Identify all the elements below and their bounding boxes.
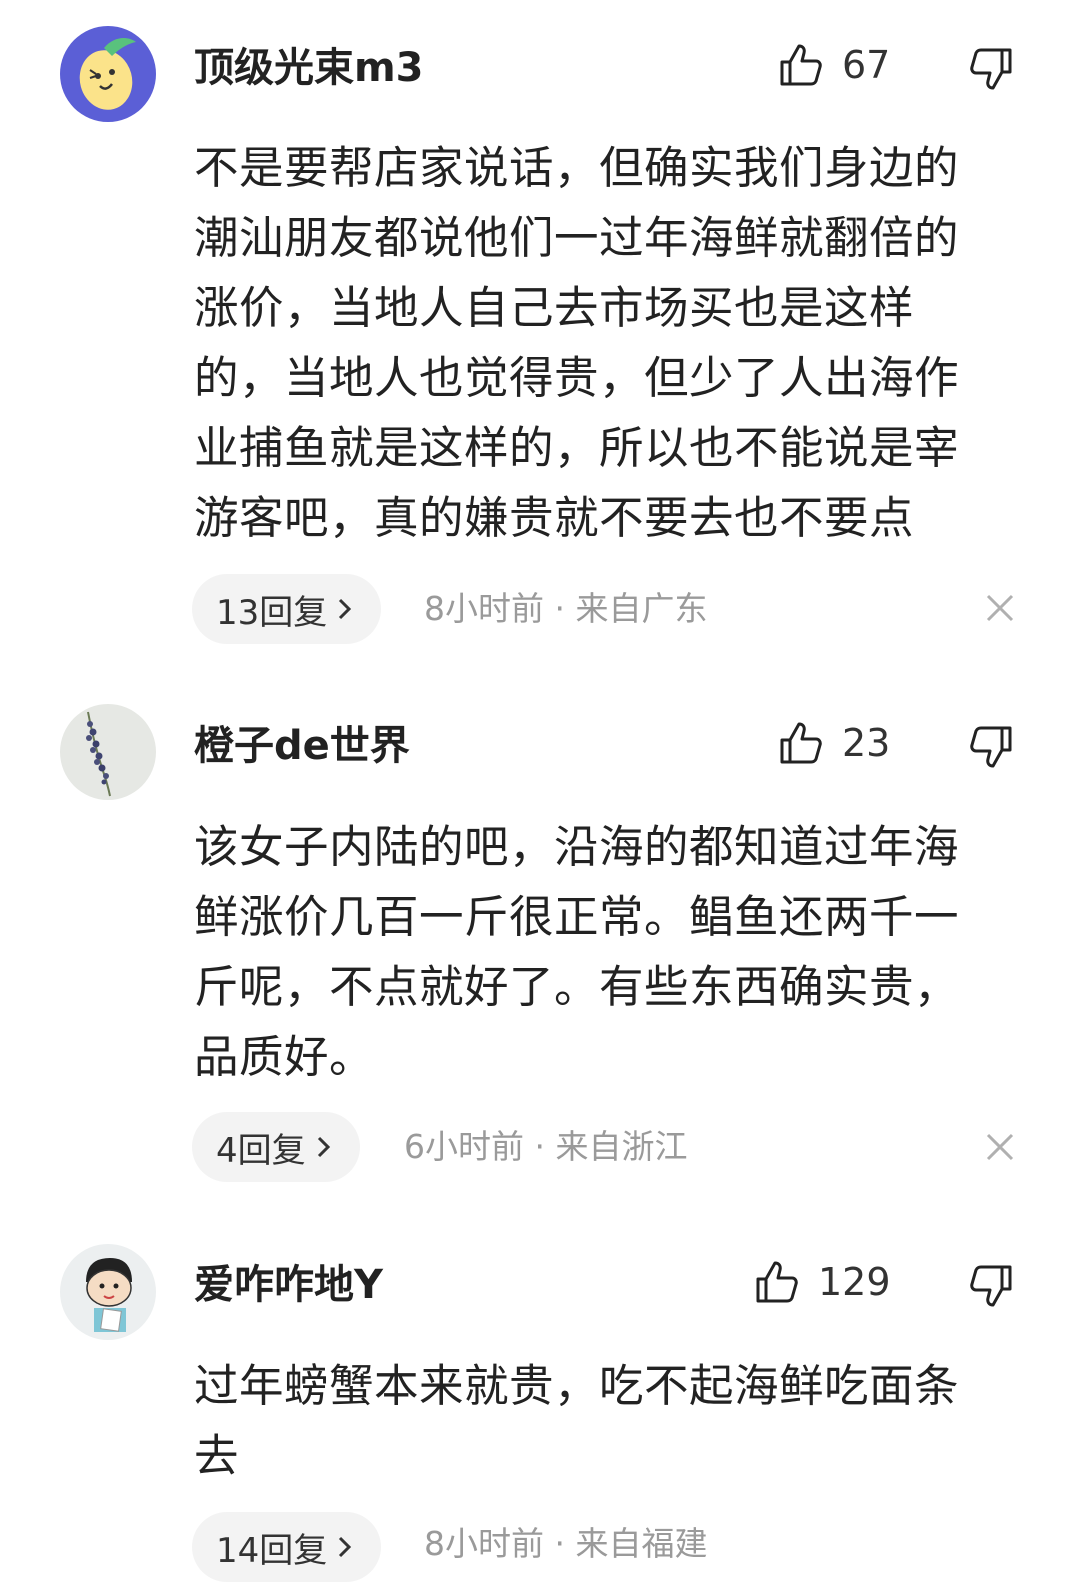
comment-text: 该女子内陆的吧，沿海的都知道过年海 鲜涨价几百一斤很正常。鲳鱼还两千一 斤呢，不… — [194, 822, 960, 1083]
chevron-right-icon — [339, 1536, 352, 1558]
lavender-avatar-icon — [60, 704, 156, 800]
dislike-button[interactable] — [966, 46, 1014, 96]
like-button[interactable]: 129 — [754, 1259, 891, 1305]
avatar[interactable] — [60, 26, 156, 122]
dislike-button[interactable] — [966, 1263, 1014, 1313]
close-button[interactable] — [984, 1131, 1016, 1167]
reply-button[interactable]: 13回复 — [192, 574, 382, 644]
avatar[interactable] — [60, 1244, 156, 1340]
thumbs-up-icon — [780, 44, 822, 86]
close-button[interactable] — [984, 592, 1016, 628]
username[interactable]: 爱咋咋地Y — [194, 1261, 383, 1309]
reply-count: 4回复 — [216, 1130, 306, 1171]
thumbs-down-icon — [970, 1265, 1012, 1307]
cartoon-boy-avatar-icon — [60, 1244, 156, 1340]
close-icon — [986, 1133, 1014, 1161]
reply-count: 14回复 — [216, 1530, 328, 1571]
like-count: 129 — [818, 1260, 891, 1304]
close-icon — [986, 594, 1014, 622]
like-button[interactable]: 23 — [778, 720, 890, 766]
comment-text: 不是要帮店家说话，但确实我们身边的 潮汕朋友都说他们一过年海鲜就翻倍的 涨价，当… — [194, 143, 960, 544]
dislike-button[interactable] — [966, 724, 1014, 774]
comment-text: 过年螃蟹本来就贵，吃不起海鲜吃面条 去 — [194, 1361, 960, 1482]
comment-meta: 8小时前 · 来自广东 — [424, 589, 708, 628]
like-count: 23 — [842, 721, 891, 765]
username[interactable]: 顶级光束m3 — [194, 44, 424, 92]
lemon-avatar-icon — [60, 26, 156, 122]
chevron-right-icon — [339, 598, 352, 620]
like-count: 67 — [842, 43, 891, 87]
avatar[interactable] — [60, 704, 156, 800]
reply-count: 13回复 — [216, 592, 328, 633]
reply-button[interactable]: 14回复 — [192, 1512, 382, 1582]
comment-meta: 6小时前 · 来自浙江 — [404, 1127, 688, 1166]
thumbs-down-icon — [970, 726, 1012, 768]
thumbs-up-icon — [756, 1261, 798, 1303]
thumbs-up-icon — [780, 722, 822, 764]
like-button[interactable]: 67 — [778, 42, 890, 88]
username[interactable]: 橙子de世界 — [194, 722, 410, 770]
reply-button[interactable]: 4回复 — [192, 1112, 360, 1182]
chevron-right-icon — [317, 1136, 330, 1158]
comment-meta: 8小时前 · 来自福建 — [424, 1524, 708, 1563]
thumbs-down-icon — [970, 48, 1012, 90]
